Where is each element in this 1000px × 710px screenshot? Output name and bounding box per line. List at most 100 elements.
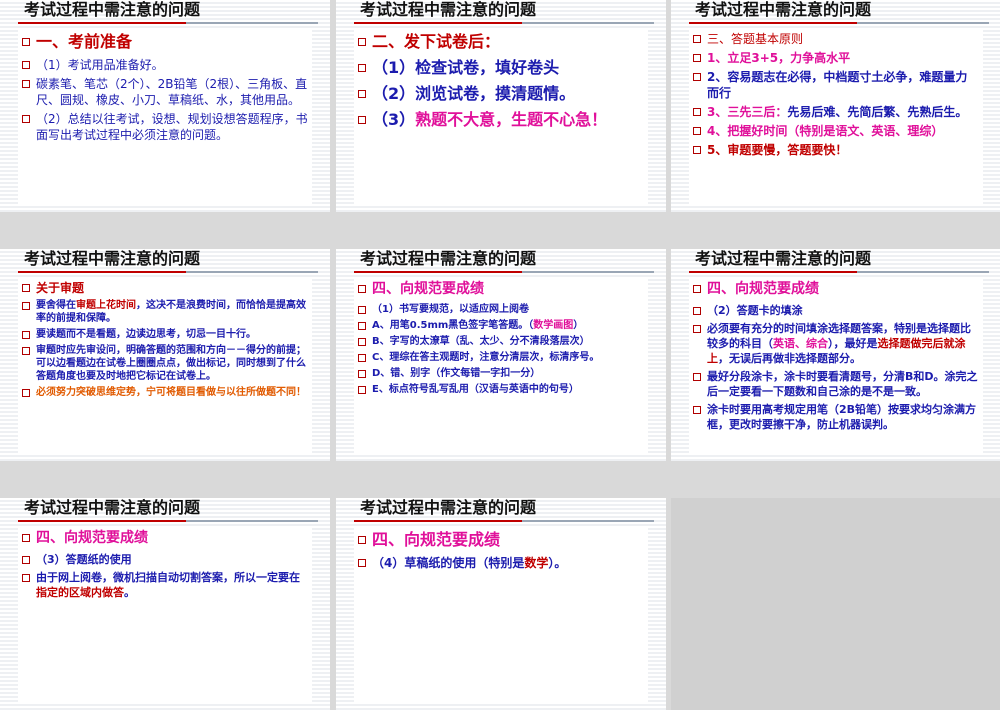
text-run: （2）总结以往考试，设想、规划设想答题程序，书面写出考试过程中必须注意的问题。 bbox=[36, 112, 308, 142]
square-bullet-icon bbox=[358, 285, 366, 293]
text-run: （3） bbox=[372, 110, 416, 129]
text-run: 4、把握好时间（特别是语文、英语、理综） bbox=[707, 124, 944, 138]
bullet-item: 由于网上阅卷，微机扫描自动切割答案，所以一定要在指定的区域内做答。 bbox=[22, 570, 308, 600]
text-run: （1）检查试卷，填好卷头 bbox=[372, 58, 560, 77]
bullet-item: （2）答题卡的填涂 bbox=[693, 303, 979, 318]
bullet-item: 必须要有充分的时间填涂选择题答案，特别是选择题比较多的科目（英语、综合），最好是… bbox=[693, 321, 979, 366]
text-run: 碳素笔、笔芯（2个）、2B铅笔（2根）、三角板、直尺、圆规、橡皮、小刀、草稿纸、… bbox=[36, 77, 308, 107]
slide-title: 考试过程中需注意的问题 bbox=[24, 498, 201, 517]
bullet-item: （1）检查试卷，填好卷头 bbox=[358, 57, 644, 78]
text-run: 由于网上阅卷，微机扫描自动切割答案，所以一定要在 bbox=[36, 571, 300, 584]
slide-body: 四、向规范要成绩 （4）草稿纸的使用（特别是数学）。 bbox=[354, 526, 648, 704]
bullet-item: 5、审题要慢，答题要快！ bbox=[693, 142, 979, 158]
slide-thumbnail-1[interactable]: 考试过程中需注意的问题 一、考前准备 （1）考试用品准备好。 碳素笔、笔芯（2个）、2… bbox=[0, 0, 330, 212]
title-underline bbox=[689, 22, 989, 24]
title-underline bbox=[689, 271, 989, 273]
title-underline bbox=[354, 22, 654, 24]
text-run: 审题上花时间 bbox=[76, 300, 136, 311]
square-bullet-icon bbox=[358, 306, 366, 314]
square-bullet-icon bbox=[693, 108, 701, 116]
square-bullet-icon bbox=[358, 90, 366, 98]
bullet-item: 最好分段涂卡，涂卡时要看清题号，分清B和D。涂完之后一定要看一下题数和自己涂的是… bbox=[693, 369, 979, 399]
bullet-item: 四、向规范要成绩 bbox=[358, 529, 644, 550]
square-bullet-icon bbox=[22, 61, 30, 69]
bullet-item: 四、向规范要成绩 bbox=[22, 529, 308, 547]
square-bullet-icon bbox=[693, 325, 701, 333]
slide-body: 四、向规范要成绩 （2）答题卡的填涂必须要有充分的时间填涂选择题答案，特别是选择题… bbox=[689, 277, 983, 455]
slide-thumbnail-6[interactable]: 考试过程中需注意的问题 四、向规范要成绩 （2）答题卡的填涂 必须要有充分的时间填涂选… bbox=[671, 249, 1000, 461]
slide-thumbnail-8[interactable]: 考试过程中需注意的问题四、向规范要成绩 （4）草稿纸的使用（特别是数学）。 bbox=[336, 498, 666, 710]
text-run: 四、向规范要成绩 bbox=[36, 530, 148, 546]
square-bullet-icon bbox=[358, 536, 366, 544]
square-bullet-icon bbox=[22, 302, 30, 310]
text-run: 四、向规范要成绩 bbox=[372, 530, 501, 549]
slide-body: 一、考前准备 （1）考试用品准备好。 碳素笔、笔芯（2个）、2B铅笔（2根）、三角板… bbox=[18, 28, 312, 206]
bullet-item: 涂卡时要用高考规定用笔（2B铅笔）按要求均匀涂满方框，更改时要擦干净，防止机器误… bbox=[693, 402, 979, 432]
text-run: （2）浏览试卷，摸清题情。 bbox=[372, 84, 576, 103]
bullet-item: （2）浏览试卷，摸清题情。 bbox=[358, 83, 644, 104]
title-underline bbox=[18, 22, 318, 24]
square-bullet-icon bbox=[358, 322, 366, 330]
text-run: （4）草稿纸的使用（特别是 bbox=[372, 556, 525, 570]
slide-body: 关于审题 要舍得在审题上花时间，这决不是浪费时间，而恰恰是提高效率的前提和保障。要… bbox=[18, 277, 312, 455]
square-bullet-icon bbox=[693, 285, 701, 293]
slide-thumbnail-2[interactable]: 考试过程中需注意的问题二、发下试卷后： （1）检查试卷，填好卷头 （2）浏览试卷，摸… bbox=[336, 0, 666, 212]
slide-body: 四、向规范要成绩 （3）答题纸的使用由于网上阅卷，微机扫描自动切割答案，所以一定要… bbox=[18, 526, 312, 704]
square-bullet-icon bbox=[693, 307, 701, 315]
text-run: 三、答题基本原则 bbox=[707, 32, 804, 46]
slide-body: 三、答题基本原则 1、立足3+5，力争高水平 2、容易题志在必得，中档题寸土必争，难… bbox=[689, 28, 983, 206]
text-run: A、用笔0.5mm黑色签字笔答题。（ bbox=[372, 320, 534, 331]
text-run: 最好分段涂卡，涂卡时要看清题号，分清B和D。涂完之后一定要看一下题数和自己涂的是… bbox=[707, 370, 978, 398]
empty-slot bbox=[671, 498, 1000, 710]
square-bullet-icon bbox=[358, 559, 366, 567]
text-run: 2、容易题志在必得，中档题寸土必争，难题量力而行 bbox=[707, 70, 968, 100]
square-bullet-icon bbox=[22, 574, 30, 582]
square-bullet-icon bbox=[22, 331, 30, 339]
square-bullet-icon bbox=[22, 284, 30, 292]
text-run: 必须努力突破思维定势，宁可将题目看做与以往所做题不同！ bbox=[36, 387, 306, 398]
bullet-item: 必须努力突破思维定势，宁可将题目看做与以往所做题不同！ bbox=[22, 386, 308, 399]
text-run: ，无误后再做非选择题部分。 bbox=[718, 352, 861, 365]
bullet-item: 碳素笔、笔芯（2个）、2B铅笔（2根）、三角板、直尺、圆规、橡皮、小刀、草稿纸、… bbox=[22, 76, 308, 108]
bullet-item: 二、发下试卷后： bbox=[358, 31, 644, 52]
square-bullet-icon bbox=[22, 556, 30, 564]
square-bullet-icon bbox=[22, 389, 30, 397]
bullet-item: 2、容易题志在必得，中档题寸土必争，难题量力而行 bbox=[693, 69, 979, 101]
bullet-item: 四、向规范要成绩 bbox=[693, 280, 979, 298]
text-run: C、理综在答主观题时，注意分清层次，标清序号。 bbox=[372, 352, 600, 363]
bullet-item: 三、答题基本原则 bbox=[693, 31, 979, 47]
bullet-item: D、错、别字（作文每错一字扣一分） bbox=[358, 367, 644, 380]
text-run: （1）书写要规范，以适应网上阅卷 bbox=[372, 304, 529, 315]
slide-body: 四、向规范要成绩 （1）书写要规范，以适应网上阅卷 A、用笔0.5mm黑色签字笔答题… bbox=[354, 277, 648, 455]
square-bullet-icon bbox=[22, 115, 30, 123]
square-bullet-icon bbox=[22, 534, 30, 542]
text-run: 二、发下试卷后： bbox=[372, 32, 501, 51]
text-run: D、错、别字（作文每错一字扣一分） bbox=[372, 368, 541, 379]
text-run: 3、三先三后： bbox=[707, 105, 788, 119]
slide-title: 考试过程中需注意的问题 bbox=[695, 0, 872, 19]
text-run: 数学 bbox=[524, 556, 549, 570]
bullet-item: B、字写的太潦草（乱、太少、分不清段落层次） bbox=[358, 335, 644, 348]
bullet-item: 3、三先三后：先易后难、先简后繁、先熟后生。 bbox=[693, 104, 979, 120]
text-run: ） bbox=[573, 320, 584, 331]
slide-thumbnail-5[interactable]: 考试过程中需注意的问题 四、向规范要成绩 （1）书写要规范，以适应网上阅卷 A、用笔0… bbox=[336, 249, 666, 461]
text-run: 。 bbox=[124, 586, 135, 599]
bullet-item: （2）总结以往考试，设想、规划设想答题程序，书面写出考试过程中必须注意的问题。 bbox=[22, 111, 308, 143]
square-bullet-icon bbox=[693, 146, 701, 154]
slide-thumbnail-4[interactable]: 考试过程中需注意的问题 关于审题 要舍得在审题上花时间，这决不是浪费时间，而恰恰是提… bbox=[0, 249, 330, 461]
slide-title: 考试过程中需注意的问题 bbox=[360, 0, 537, 19]
square-bullet-icon bbox=[358, 338, 366, 346]
bullet-item: C、理综在答主观题时，注意分清层次，标清序号。 bbox=[358, 351, 644, 364]
slide-thumbnail-3[interactable]: 考试过程中需注意的问题三、答题基本原则 1、立足3+5，力争高水平 2、容易题志在必… bbox=[671, 0, 1000, 212]
text-run: （3）答题纸的使用 bbox=[36, 553, 132, 566]
slide-thumbnail-7[interactable]: 考试过程中需注意的问题四、向规范要成绩 （3）答题纸的使用由于网上阅卷，微机扫描自… bbox=[0, 498, 330, 710]
bullet-item: 关于审题 bbox=[22, 280, 308, 296]
square-bullet-icon bbox=[358, 370, 366, 378]
square-bullet-icon bbox=[358, 64, 366, 72]
bullet-item: A、用笔0.5mm黑色签字笔答题。（数学画图） bbox=[358, 319, 644, 332]
text-run: 要读题而不是看题，边读边思考，切忌一目十行。 bbox=[36, 329, 256, 340]
slide-title: 考试过程中需注意的问题 bbox=[360, 498, 537, 517]
bullet-item: （1）书写要规范，以适应网上阅卷 bbox=[358, 303, 644, 316]
bullet-item: （4）草稿纸的使用（特别是数学）。 bbox=[358, 555, 644, 571]
text-run: 指定的区域内做答 bbox=[36, 586, 124, 599]
